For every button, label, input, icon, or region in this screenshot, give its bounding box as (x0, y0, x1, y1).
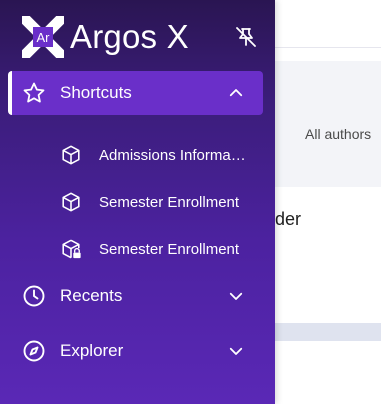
shortcut-label: Admissions Information (99, 146, 249, 164)
shortcut-label: Semester Enrollment (99, 240, 240, 258)
cube-icon (60, 144, 82, 166)
filter-bar (275, 61, 381, 187)
star-icon (22, 81, 46, 105)
chevron-up-icon[interactable] (225, 82, 247, 104)
horizontal-scrollbar[interactable] (275, 323, 381, 341)
shortcut-label: Semester Enrollment (99, 193, 240, 211)
chevron-down-icon[interactable] (225, 285, 247, 307)
sidebar-item-recents[interactable]: Recents (8, 274, 263, 318)
app-name: Argos X (70, 18, 189, 55)
sidebar-item-explorer[interactable]: Explorer (8, 329, 263, 373)
list-item-text[interactable]: der (275, 209, 301, 230)
brand-logo-icon: Ar (18, 12, 68, 62)
main-content: All authors der (275, 0, 381, 404)
sidebar-item-label: Shortcuts (60, 83, 132, 102)
compass-icon (22, 339, 46, 363)
sidebar-item-label: Explorer (60, 341, 124, 360)
top-bar (275, 0, 381, 48)
author-filter[interactable]: All authors (305, 126, 371, 142)
chevron-down-icon[interactable] (225, 340, 247, 362)
shortcut-item[interactable]: Semester Enrollment (60, 187, 260, 217)
sidebar: Ar Argos X Shortcuts Admissions Informat… (0, 0, 275, 404)
sidebar-item-label: Recents (60, 286, 123, 305)
brand[interactable]: Ar Argos X (18, 12, 222, 62)
cube-icon (60, 191, 82, 213)
unpin-button[interactable] (233, 24, 259, 50)
brand-logo-text: Ar (37, 30, 51, 45)
cube-lock-icon (60, 238, 82, 260)
unpin-icon (236, 27, 256, 47)
shortcut-item[interactable]: Semester Enrollment (60, 234, 260, 264)
sidebar-item-shortcuts[interactable]: Shortcuts (8, 71, 263, 115)
shortcut-item[interactable]: Admissions Information (60, 140, 260, 170)
clock-icon (22, 284, 46, 308)
